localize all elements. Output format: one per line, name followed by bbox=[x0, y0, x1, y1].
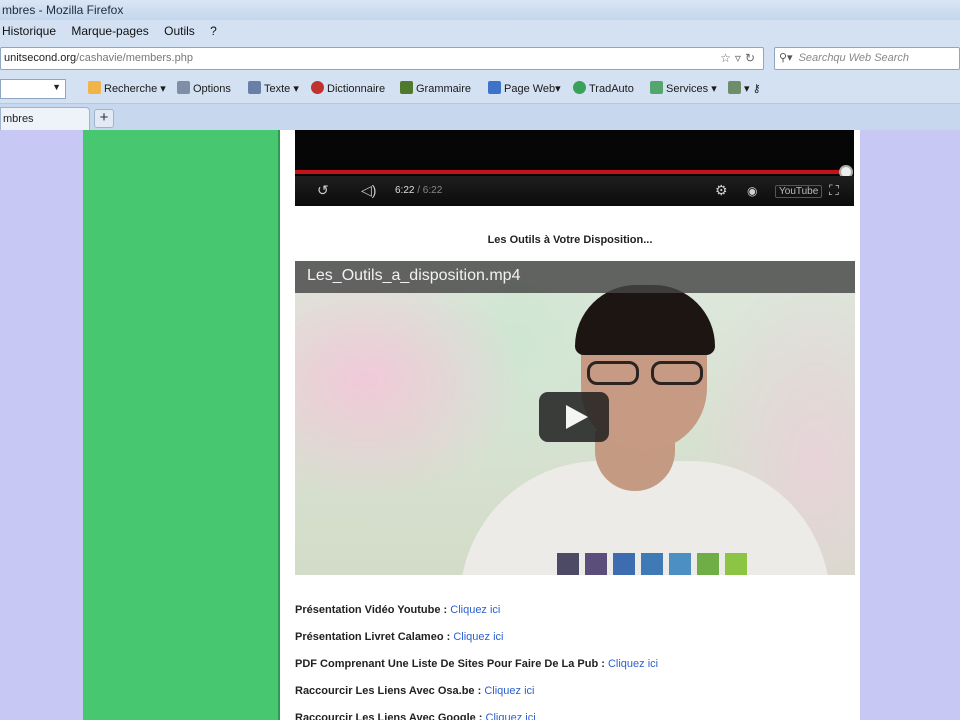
magnifier-icon bbox=[88, 81, 101, 94]
annotations-icon[interactable]: ◉ bbox=[747, 184, 757, 198]
fullscreen-icon[interactable]: ⛶ bbox=[829, 182, 839, 199]
shirt-stripe bbox=[557, 553, 579, 575]
web-page: ↺ ◁) 6:22 / 6:22 ⚙ ◉ YouTube ⛶ Les Outil… bbox=[0, 130, 960, 720]
link-pdf[interactable]: Cliquez ici bbox=[608, 658, 658, 670]
chevron-down-icon: ▼ bbox=[52, 82, 61, 92]
menu-marque-pages[interactable]: Marque-pages bbox=[71, 24, 148, 38]
toolbar-dictionnaire[interactable]: Dictionnaire bbox=[311, 80, 385, 98]
toolbar-grammaire[interactable]: Grammaire bbox=[400, 80, 471, 98]
player-controls: ↺ ◁) 6:22 / 6:22 ⚙ ◉ YouTube ⛶ bbox=[295, 176, 854, 206]
resource-row-osa: Raccourcir Les Liens Avec Osa.be : Cliqu… bbox=[295, 685, 535, 697]
tab-members[interactable]: mbres bbox=[0, 107, 90, 130]
youtube-logo[interactable]: YouTube bbox=[775, 185, 823, 198]
shirt-stripe bbox=[697, 553, 719, 575]
resource-row-calameo: Présentation Livret Calameo : Cliquez ic… bbox=[295, 631, 504, 643]
video-title-bar: Les_Outils_a_disposition.mp4 bbox=[295, 261, 855, 293]
services-icon bbox=[650, 81, 663, 94]
menu-outils[interactable]: Outils bbox=[164, 24, 195, 38]
webpage-icon bbox=[488, 81, 501, 94]
link-google[interactable]: Cliquez ici bbox=[486, 712, 536, 720]
text-icon bbox=[248, 81, 261, 94]
resource-row-google: Raccourcir Les Liens Avec Google : Cliqu… bbox=[295, 712, 536, 720]
toolbar-recherche[interactable]: Recherche ▾ bbox=[88, 80, 166, 98]
toolbar-options[interactable]: Options bbox=[177, 80, 231, 98]
addon-toolbar: ▼ Recherche ▾ Options Texte ▾ Dictionnai… bbox=[0, 74, 960, 104]
search-icon: ⚲▾ bbox=[779, 52, 793, 64]
link-osa[interactable]: Cliquez ici bbox=[484, 685, 534, 697]
window-title: mbres - Mozilla Firefox bbox=[0, 0, 960, 20]
volume-icon[interactable]: ◁) bbox=[361, 182, 376, 199]
reload-icon[interactable]: ↻ bbox=[745, 51, 759, 65]
link-youtube[interactable]: Cliquez ici bbox=[450, 604, 500, 616]
toolbar-extra[interactable]: ▾ ⚷ bbox=[728, 80, 761, 98]
green-sidebar bbox=[83, 130, 280, 720]
url-bar[interactable]: unitsecond.org/cashavie/members.php ☆▿↻ bbox=[0, 47, 764, 70]
bookmark-star-icon[interactable]: ☆ bbox=[720, 51, 735, 65]
url-path: /cashavie/members.php bbox=[76, 52, 193, 64]
left-margin bbox=[0, 130, 83, 720]
toolbar-services[interactable]: Services ▾ bbox=[650, 80, 717, 98]
search-input[interactable]: ⚲▾ Searchqu Web Search bbox=[774, 47, 960, 70]
new-tab-button[interactable]: + bbox=[94, 109, 114, 128]
shirt-stripe bbox=[613, 553, 635, 575]
shirt-stripe bbox=[669, 553, 691, 575]
resource-row-pdf: PDF Comprenant Une Liste De Sites Pour F… bbox=[295, 658, 659, 670]
key-icon: ⚷ bbox=[752, 83, 761, 95]
video-progress-bar[interactable] bbox=[295, 170, 847, 174]
toolbar-texte[interactable]: Texte ▾ bbox=[248, 80, 299, 98]
video-title: Les_Outils_a_disposition.mp4 bbox=[307, 267, 521, 284]
section-title: Les Outils à Votre Disposition... bbox=[487, 234, 653, 246]
shirt-stripe bbox=[725, 553, 747, 575]
resource-row-youtube: Présentation Vidéo Youtube : Cliquez ici bbox=[295, 604, 501, 616]
search-placeholder: Searchqu Web Search bbox=[798, 52, 910, 64]
dictionary-icon bbox=[311, 81, 324, 94]
main-content: ↺ ◁) 6:22 / 6:22 ⚙ ◉ YouTube ⛶ Les Outil… bbox=[280, 130, 860, 720]
navigation-bar: unitsecond.org/cashavie/members.php ☆▿↻ … bbox=[0, 42, 960, 74]
replay-icon[interactable]: ↺ bbox=[317, 182, 329, 199]
link-calameo[interactable]: Cliquez ici bbox=[453, 631, 503, 643]
toolbar-dropdown[interactable]: ▼ bbox=[0, 79, 66, 99]
grammar-icon bbox=[400, 81, 413, 94]
right-margin bbox=[860, 130, 960, 720]
youtube-player[interactable]: ↺ ◁) 6:22 / 6:22 ⚙ ◉ YouTube ⛶ bbox=[295, 130, 854, 206]
video-frame-hair bbox=[575, 285, 715, 355]
video-time: 6:22 / 6:22 bbox=[395, 185, 443, 196]
video-frame-glasses bbox=[585, 361, 707, 385]
dropdown-arrow-icon[interactable]: ▿ bbox=[735, 51, 745, 65]
toolbar-page-web[interactable]: Page Web▾ bbox=[488, 80, 561, 98]
url-domain: unitsecond.org bbox=[4, 52, 77, 64]
play-button[interactable] bbox=[539, 392, 609, 442]
video-player[interactable]: Les_Outils_a_disposition.mp4 bbox=[295, 261, 855, 575]
options-icon bbox=[177, 81, 190, 94]
menu-help[interactable]: ? bbox=[210, 24, 217, 38]
toolbar-tradauto[interactable]: TradAuto bbox=[573, 80, 634, 98]
shirt-stripe bbox=[641, 553, 663, 575]
tab-bar: mbres + bbox=[0, 104, 960, 130]
shirt-stripe bbox=[585, 553, 607, 575]
menu-historique[interactable]: Historique bbox=[2, 24, 56, 38]
settings-gear-icon[interactable]: ⚙ bbox=[715, 182, 728, 199]
translate-icon bbox=[573, 81, 586, 94]
tools-icon bbox=[728, 81, 741, 94]
menu-bar: Historique Marque-pages Outils ? bbox=[0, 20, 960, 42]
